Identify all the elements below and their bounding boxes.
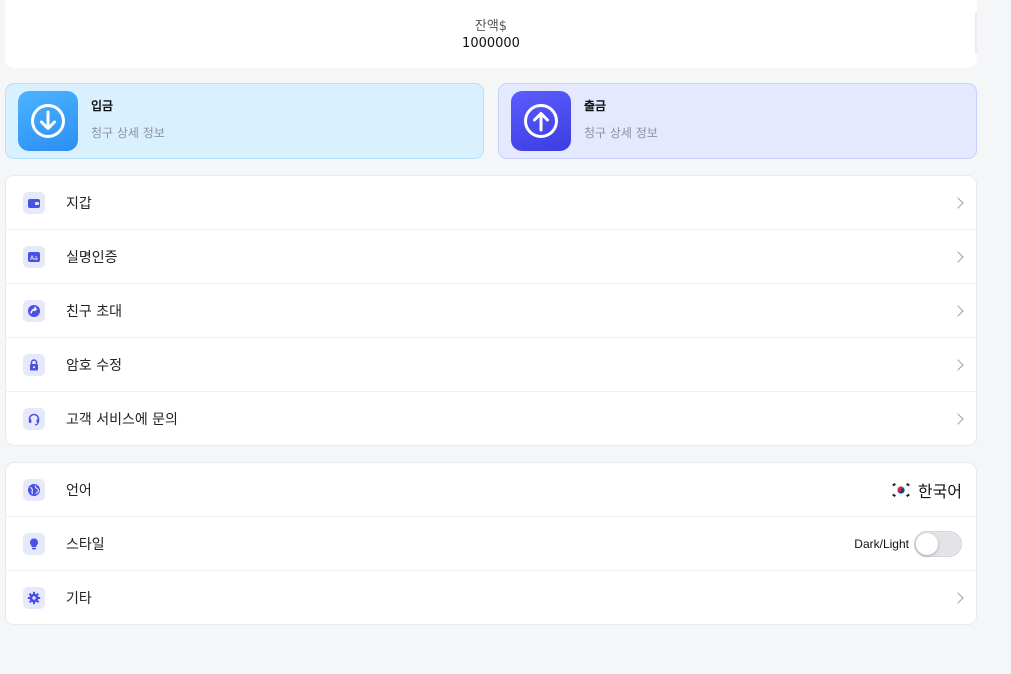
svg-text:Aa: Aa (30, 255, 38, 262)
deposit-title: 입금 (91, 99, 114, 113)
chevron-right-icon (952, 304, 964, 317)
menu-label: 스타일 (66, 536, 105, 553)
lock-icon (23, 353, 45, 376)
menu-label: 기타 (66, 591, 92, 607)
withdraw-card[interactable]: 출금 청구 상세 정보 (498, 83, 977, 159)
balance-card: 잔액$ 1000000 (5, 0, 977, 68)
account-menu: 지갑 Aa 실명인증 친구 초대 암호 수정 고객 서비스에 문의 (5, 175, 977, 446)
arrow-down-circle-icon (18, 91, 78, 151)
withdraw-title: 출금 (584, 99, 607, 113)
headset-icon (23, 408, 45, 430)
menu-label: 지갑 (66, 195, 92, 212)
deposit-subtitle: 청구 상세 정보 (91, 126, 165, 140)
arrow-up-circle-icon (511, 91, 571, 151)
menu-item-other[interactable]: 기타 (6, 571, 976, 624)
korea-flag-icon (889, 481, 912, 498)
globe-icon (23, 478, 45, 501)
menu-item-verification[interactable]: Aa 실명인증 (6, 230, 976, 284)
wallet-icon (23, 191, 45, 214)
theme-control: Dark/Light (854, 530, 962, 557)
share-icon (23, 299, 45, 322)
balance-value: 1000000 (462, 35, 520, 51)
menu-item-password[interactable]: 암호 수정 (6, 338, 976, 392)
gear-icon (23, 587, 45, 609)
id-card-icon: Aa (23, 245, 45, 268)
toggle-knob (916, 532, 938, 555)
menu-label: 친구 초대 (66, 303, 122, 320)
chevron-right-icon (952, 196, 964, 209)
theme-toggle-label: Dark/Light (854, 536, 909, 551)
language-value: 한국어 (917, 481, 962, 501)
profile-page: 잔액$ 1000000 입금 청구 상세 정보 출금 청구 상세 정보 지갑 A… (0, 0, 1011, 674)
deposit-card[interactable]: 입금 청구 상세 정보 (5, 83, 484, 159)
menu-item-wallet[interactable]: 지갑 (6, 176, 976, 230)
menu-label: 암호 수정 (66, 357, 122, 374)
menu-label: 고객 서비스에 문의 (66, 412, 178, 428)
balance-label: 잔액$ (474, 18, 508, 34)
scrollbar[interactable] (975, 12, 977, 54)
menu-item-support[interactable]: 고객 서비스에 문의 (6, 392, 976, 445)
menu-item-invite[interactable]: 친구 초대 (6, 284, 976, 338)
chevron-right-icon (952, 413, 964, 425)
language-selector[interactable]: 한국어 (889, 478, 962, 502)
menu-item-style: 스타일 Dark/Light (6, 517, 976, 571)
menu-item-language[interactable]: 언어 한국어 (6, 463, 976, 517)
bulb-icon (23, 532, 45, 555)
chevron-right-icon (952, 592, 964, 604)
menu-label: 실명인증 (66, 249, 118, 266)
theme-toggle[interactable] (914, 530, 962, 557)
chevron-right-icon (952, 250, 964, 263)
chevron-right-icon (952, 358, 964, 371)
settings-menu: 언어 한국어 스타일 Dark/Light 기타 (5, 462, 977, 625)
menu-label: 언어 (66, 482, 92, 499)
withdraw-subtitle: 청구 상세 정보 (584, 126, 658, 140)
